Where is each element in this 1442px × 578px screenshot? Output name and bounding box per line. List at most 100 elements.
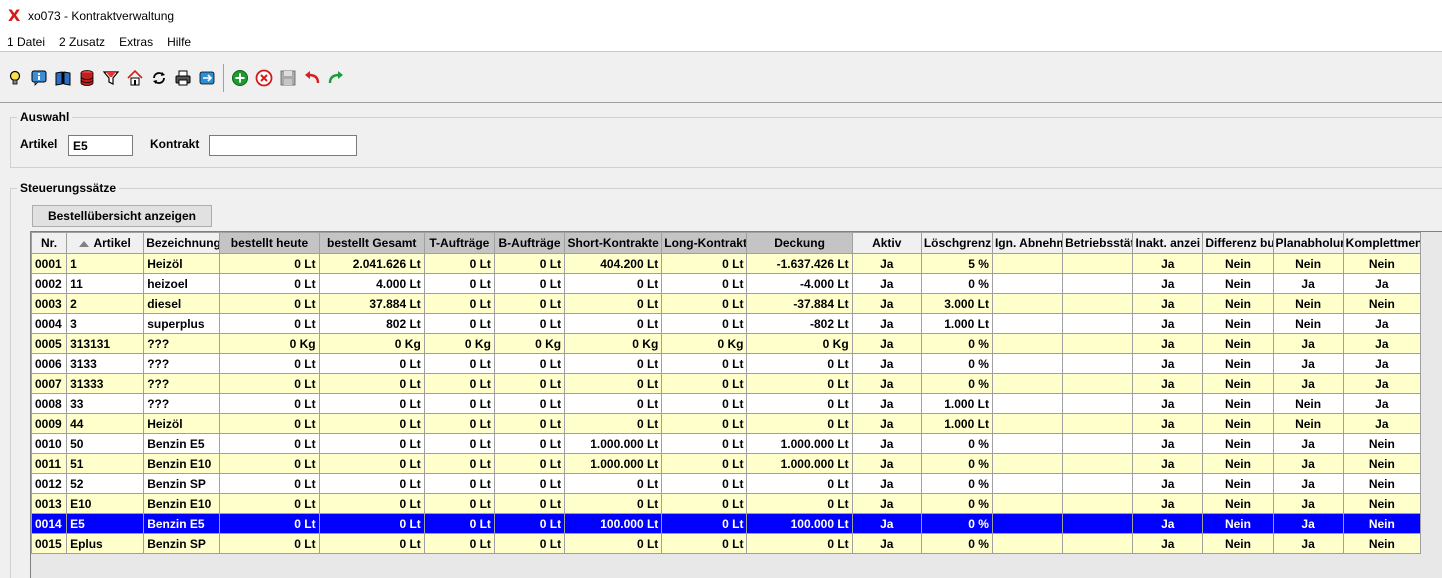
table-cell[interactable]: Ja bbox=[1132, 353, 1204, 374]
table-cell[interactable]: Nein bbox=[1342, 253, 1422, 274]
table-cell[interactable]: 0 Lt bbox=[564, 413, 663, 434]
table-cell[interactable]: Ja bbox=[1272, 353, 1344, 374]
table-cell[interactable] bbox=[1062, 393, 1134, 414]
kontrakt-input[interactable] bbox=[209, 135, 357, 156]
col-header-aktiv[interactable]: Aktiv bbox=[851, 232, 922, 254]
col-header-planabholung[interactable]: Planabholur bbox=[1272, 232, 1344, 254]
table-cell[interactable] bbox=[991, 433, 1064, 454]
table-cell[interactable]: 100.000 Lt bbox=[564, 513, 663, 534]
table-cell[interactable]: Ja bbox=[1132, 393, 1204, 414]
table-cell[interactable]: 31333 bbox=[66, 373, 145, 394]
table-cell[interactable]: 0 Lt bbox=[493, 413, 566, 434]
table-cell[interactable]: Ja bbox=[1132, 493, 1204, 514]
table-cell[interactable]: 52 bbox=[66, 473, 145, 494]
filter-icon[interactable] bbox=[99, 67, 123, 89]
table-cell[interactable]: heizoel bbox=[143, 273, 221, 294]
table-cell[interactable]: 0 Lt bbox=[219, 413, 320, 434]
table-cell[interactable]: 0 Lt bbox=[661, 413, 748, 434]
table-cell[interactable]: -4.000 Lt bbox=[746, 273, 853, 294]
table-cell[interactable]: Ja bbox=[851, 273, 922, 294]
table-cell[interactable]: Ja bbox=[1132, 533, 1204, 554]
table-cell[interactable] bbox=[1062, 353, 1134, 374]
table-cell[interactable]: Nein bbox=[1202, 373, 1274, 394]
table-cell[interactable]: Ja bbox=[1342, 393, 1422, 414]
table-cell[interactable]: 1.000.000 Lt bbox=[746, 453, 853, 474]
table-cell[interactable]: 0003 bbox=[31, 293, 68, 314]
table-cell[interactable] bbox=[1062, 433, 1134, 454]
table-cell[interactable]: 0 Lt bbox=[746, 413, 853, 434]
table-cell[interactable]: 0 Lt bbox=[423, 433, 495, 454]
info-icon[interactable] bbox=[27, 67, 51, 89]
table-cell[interactable]: 0 % bbox=[920, 533, 993, 554]
table-cell[interactable]: Ja bbox=[1272, 373, 1344, 394]
table-cell[interactable]: 0 Lt bbox=[423, 453, 495, 474]
table-cell[interactable]: 0 Lt bbox=[318, 513, 425, 534]
table-cell[interactable]: Nein bbox=[1272, 293, 1344, 314]
table-cell[interactable] bbox=[1062, 493, 1134, 514]
table-cell[interactable]: 0 Lt bbox=[318, 393, 425, 414]
table-cell[interactable]: 0 % bbox=[920, 513, 993, 534]
table-cell[interactable]: Ja bbox=[1342, 313, 1422, 334]
table-cell[interactable]: 0 Lt bbox=[318, 533, 425, 554]
table-cell[interactable]: 0 Lt bbox=[746, 493, 853, 514]
table-cell[interactable]: Ja bbox=[1132, 273, 1204, 294]
table-cell[interactable]: E5 bbox=[66, 513, 145, 534]
table-cell[interactable]: Ja bbox=[1272, 493, 1344, 514]
table-cell[interactable] bbox=[991, 313, 1064, 334]
add-icon[interactable] bbox=[228, 67, 252, 89]
table-cell[interactable]: Eplus bbox=[66, 533, 145, 554]
table-cell[interactable]: 0 Lt bbox=[219, 533, 320, 554]
table-cell[interactable] bbox=[991, 293, 1064, 314]
table-cell[interactable]: 0 Lt bbox=[219, 373, 320, 394]
table-cell[interactable]: 0 Lt bbox=[423, 533, 495, 554]
database-icon[interactable] bbox=[75, 67, 99, 89]
col-header-loeschgrenze[interactable]: Löschgrenz bbox=[920, 232, 993, 254]
table-cell[interactable] bbox=[991, 513, 1064, 534]
table-cell[interactable]: Nein bbox=[1202, 433, 1274, 454]
table-cell[interactable]: Ja bbox=[1342, 333, 1422, 354]
table-cell[interactable]: Benzin E5 bbox=[143, 433, 221, 454]
table-cell[interactable] bbox=[991, 273, 1064, 294]
table-cell[interactable]: Nein bbox=[1342, 513, 1422, 534]
table-cell[interactable] bbox=[1062, 313, 1134, 334]
col-header-b-auftraege[interactable]: B-Aufträge bbox=[493, 232, 566, 254]
table-cell[interactable]: 0 Lt bbox=[661, 253, 748, 274]
menu-hilfe[interactable]: Hilfe bbox=[160, 35, 198, 49]
table-cell[interactable]: ??? bbox=[143, 333, 221, 354]
table-row[interactable]: 0001 1 Heizöl 0 Lt 2.041.626 Lt 0 Lt 0 Lt 404.2… bbox=[31, 253, 1422, 274]
table-cell[interactable]: 0 % bbox=[920, 453, 993, 474]
table-row[interactable]: 0015 Eplus Benzin SP 0 Lt 0 Lt 0 Lt 0 Lt 0 Lt 0 … bbox=[31, 533, 1422, 554]
table-cell[interactable]: 2 bbox=[66, 293, 145, 314]
table-cell[interactable]: 0 Lt bbox=[423, 413, 495, 434]
table-cell[interactable]: 0 Lt bbox=[661, 473, 748, 494]
table-cell[interactable]: Benzin E5 bbox=[143, 513, 221, 534]
table-cell[interactable]: 0 Lt bbox=[493, 273, 566, 294]
table-cell[interactable] bbox=[991, 353, 1064, 374]
table-cell[interactable] bbox=[1062, 253, 1134, 274]
table-cell[interactable]: Ja bbox=[1132, 373, 1204, 394]
table-cell[interactable]: Ja bbox=[851, 353, 922, 374]
col-header-bestellt-gesamt[interactable]: bestellt Gesamt bbox=[318, 232, 425, 254]
table-cell[interactable]: Nein bbox=[1202, 453, 1274, 474]
table-cell[interactable]: 0 Lt bbox=[423, 313, 495, 334]
table-cell[interactable]: Ja bbox=[851, 313, 922, 334]
table-cell[interactable]: ??? bbox=[143, 373, 221, 394]
table-cell[interactable]: 0 Lt bbox=[423, 273, 495, 294]
table-cell[interactable]: Nein bbox=[1202, 493, 1274, 514]
table-cell[interactable]: 4.000 Lt bbox=[318, 273, 425, 294]
table-cell[interactable]: 0 Lt bbox=[493, 293, 566, 314]
table-cell[interactable]: Nein bbox=[1272, 393, 1344, 414]
table-cell[interactable] bbox=[991, 493, 1064, 514]
table-cell[interactable] bbox=[1062, 413, 1134, 434]
table-cell[interactable]: Nein bbox=[1272, 253, 1344, 274]
delete-icon[interactable] bbox=[252, 67, 276, 89]
table-cell[interactable]: 51 bbox=[66, 453, 145, 474]
table-cell[interactable]: -1.637.426 Lt bbox=[746, 253, 853, 274]
table-cell[interactable]: 0 Lt bbox=[318, 473, 425, 494]
table-cell[interactable]: 0 Lt bbox=[493, 533, 566, 554]
table-row[interactable]: 0003 2 diesel 0 Lt 37.884 Lt 0 Lt 0 Lt 0 Lt 0 Lt… bbox=[31, 293, 1422, 314]
table-cell[interactable]: 0 Lt bbox=[318, 493, 425, 514]
col-header-short-kontrakte[interactable]: Short-Kontrakte bbox=[564, 232, 663, 254]
table-cell[interactable]: 0 Lt bbox=[661, 493, 748, 514]
table-cell[interactable]: 0 % bbox=[920, 373, 993, 394]
